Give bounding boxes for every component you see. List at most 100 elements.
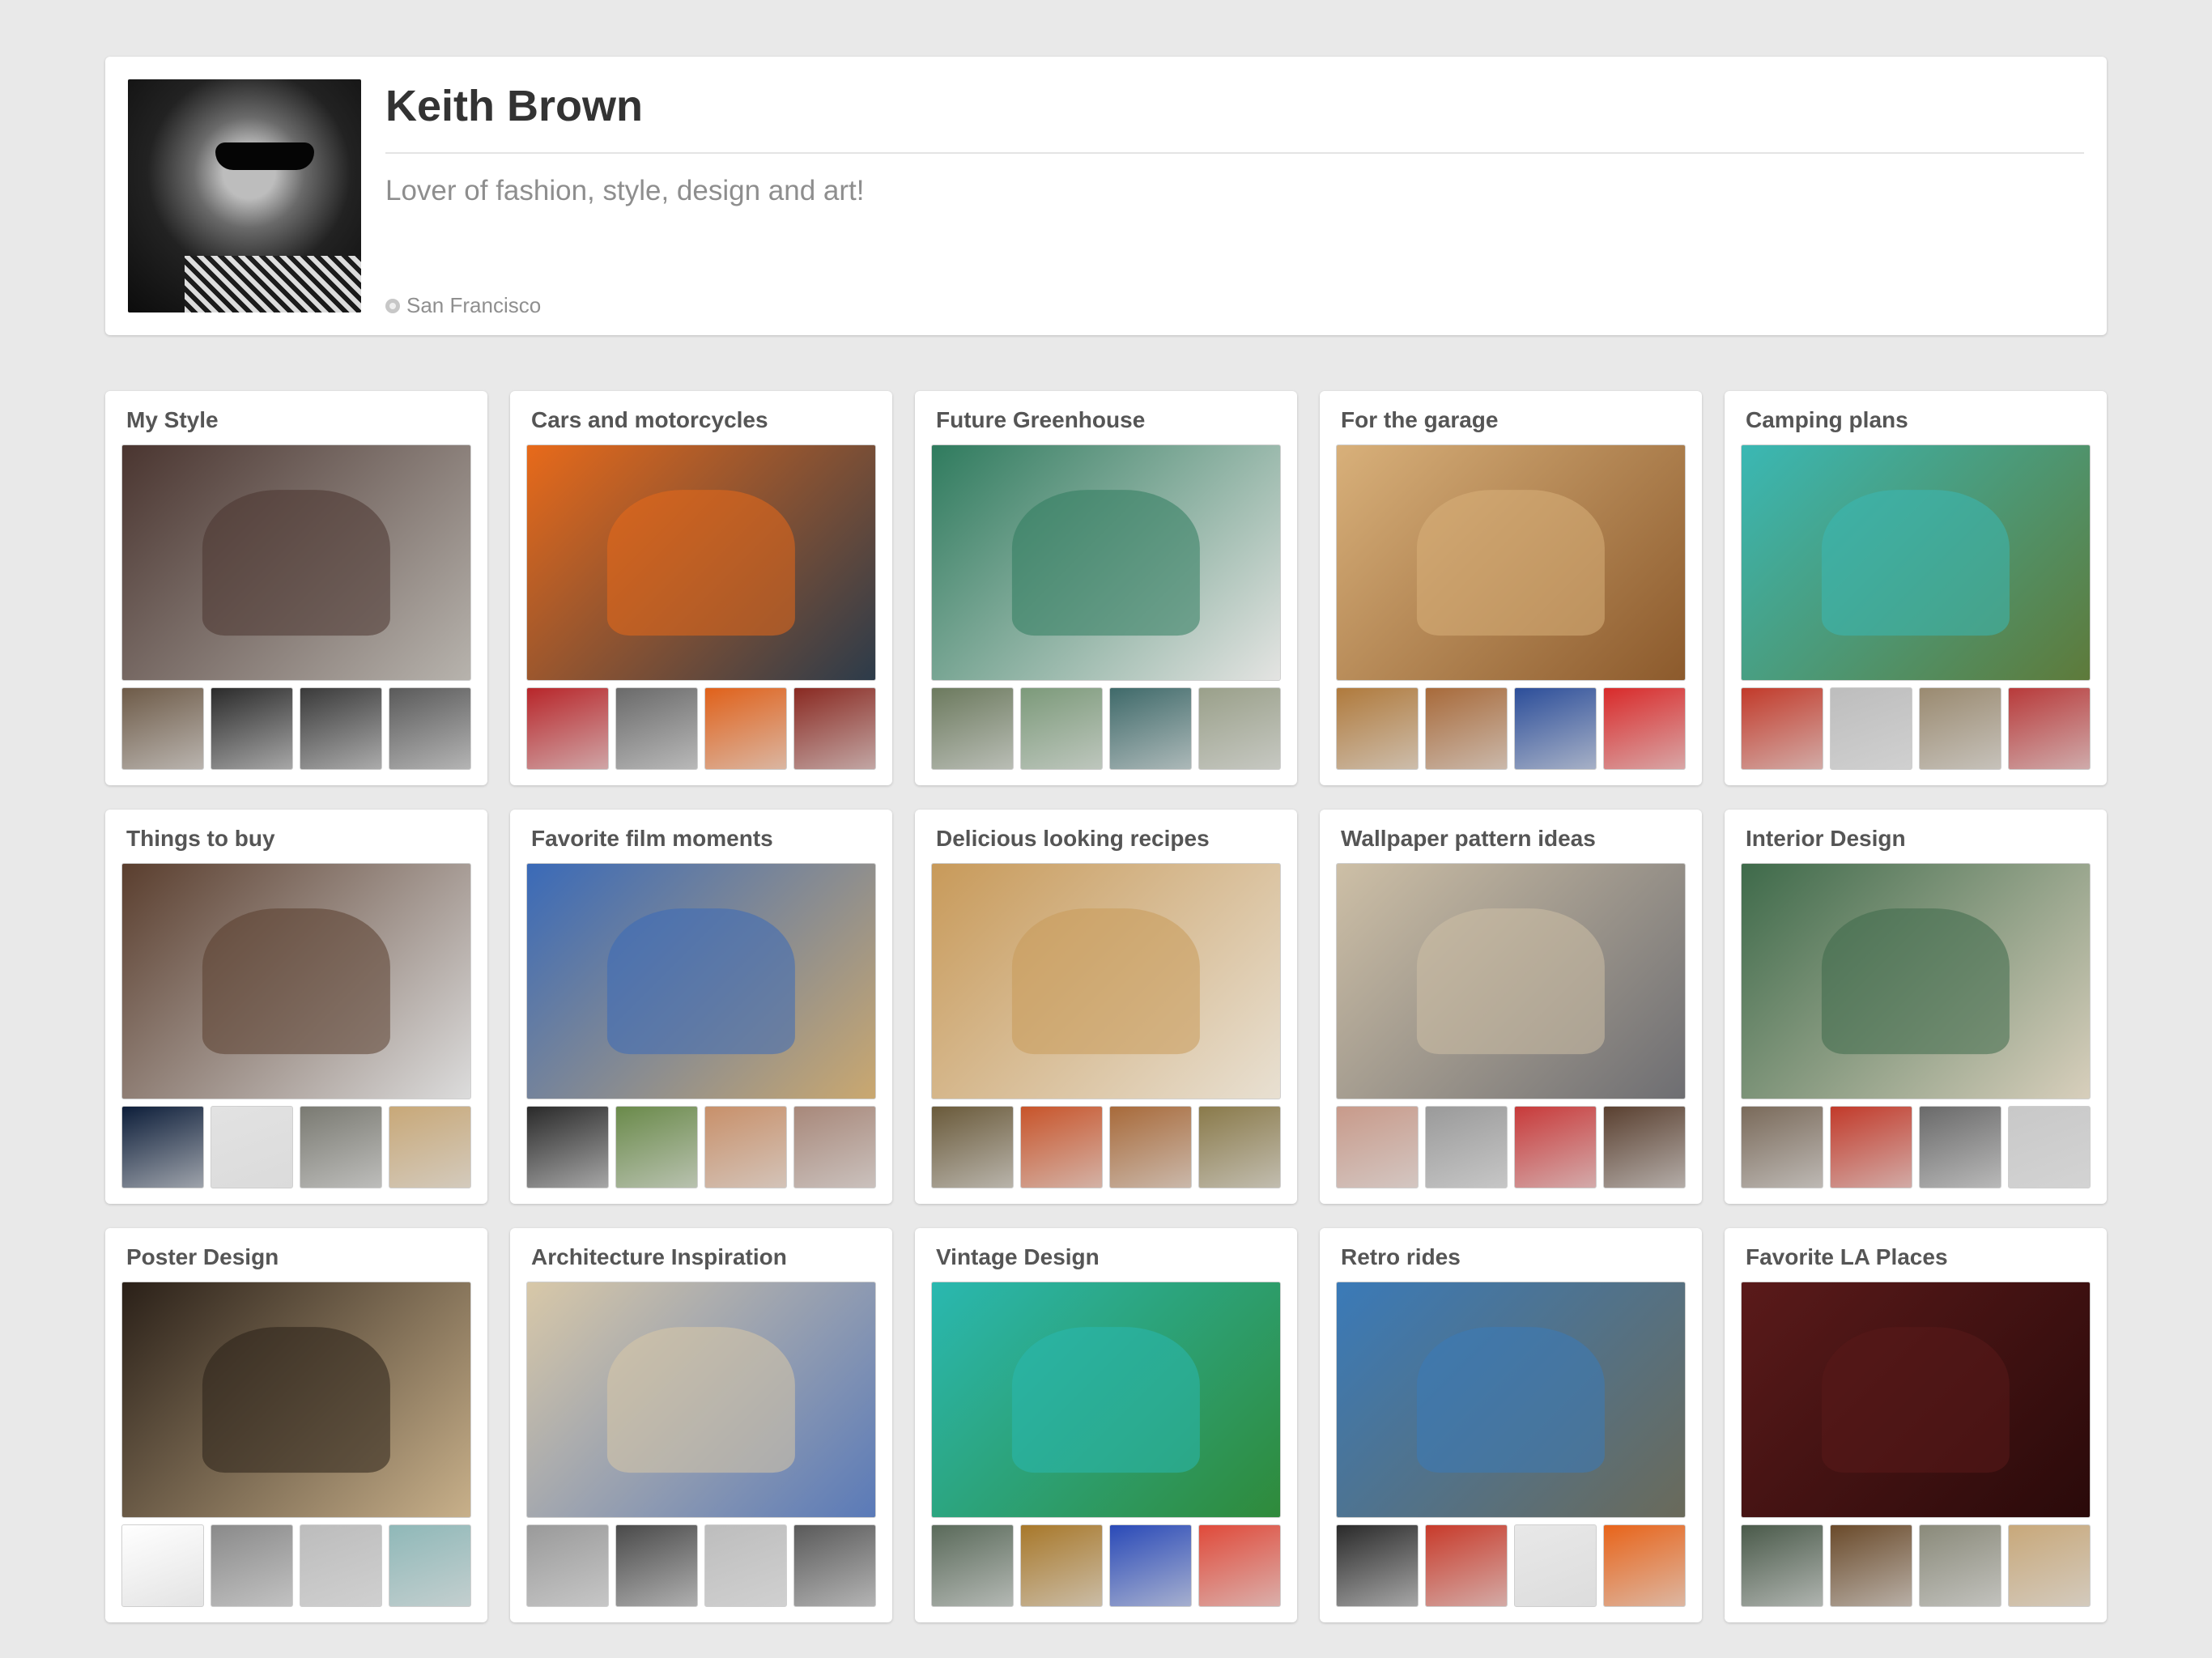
board-cover-image[interactable] bbox=[1741, 1282, 2091, 1518]
avatar[interactable] bbox=[128, 79, 361, 312]
board-title[interactable]: My Style bbox=[126, 407, 219, 433]
board-title[interactable]: For the garage bbox=[1341, 407, 1498, 433]
board-thumbnail[interactable] bbox=[526, 1524, 609, 1607]
board-thumbnail[interactable] bbox=[704, 687, 787, 770]
board-cover-image[interactable] bbox=[526, 1282, 876, 1518]
board-card[interactable]: Retro rides bbox=[1320, 1228, 1702, 1622]
board-thumbnail[interactable] bbox=[931, 1524, 1014, 1607]
board-title[interactable]: Camping plans bbox=[1746, 407, 1908, 433]
board-card[interactable]: For the garage bbox=[1320, 391, 1702, 785]
board-thumbnail[interactable] bbox=[389, 687, 471, 770]
board-thumbnail[interactable] bbox=[1198, 1524, 1281, 1607]
board-thumbnail[interactable] bbox=[1336, 687, 1419, 770]
board-thumbnail[interactable] bbox=[2008, 1524, 2091, 1607]
board-thumbnail[interactable] bbox=[1919, 1106, 2001, 1188]
board-thumbnail[interactable] bbox=[389, 1524, 471, 1607]
board-thumbnail[interactable] bbox=[1336, 1106, 1419, 1188]
board-thumbnail[interactable] bbox=[1425, 1106, 1508, 1188]
board-thumbnail[interactable] bbox=[2008, 687, 2091, 770]
board-thumbnail[interactable] bbox=[211, 1106, 293, 1188]
board-thumbnail[interactable] bbox=[1514, 687, 1597, 770]
board-card[interactable]: Future Greenhouse bbox=[915, 391, 1297, 785]
board-thumbnail[interactable] bbox=[211, 687, 293, 770]
board-thumbnail[interactable] bbox=[615, 1524, 698, 1607]
board-card[interactable]: Wallpaper pattern ideas bbox=[1320, 810, 1702, 1204]
board-cover-image[interactable] bbox=[931, 1282, 1281, 1518]
board-cover-image[interactable] bbox=[931, 863, 1281, 1099]
board-thumbnail[interactable] bbox=[793, 687, 876, 770]
board-title[interactable]: Future Greenhouse bbox=[936, 407, 1145, 433]
board-title[interactable]: Favorite film moments bbox=[531, 826, 773, 852]
board-title[interactable]: Retro rides bbox=[1341, 1244, 1461, 1270]
board-title[interactable]: Favorite LA Places bbox=[1746, 1244, 1948, 1270]
board-card[interactable]: Favorite film moments bbox=[510, 810, 892, 1204]
board-thumbnail[interactable] bbox=[300, 1106, 382, 1188]
board-thumbnail[interactable] bbox=[389, 1106, 471, 1188]
board-cover-image[interactable] bbox=[121, 1282, 471, 1518]
board-thumbnail[interactable] bbox=[1919, 1524, 2001, 1607]
board-cover-image[interactable] bbox=[931, 444, 1281, 681]
board-thumbnail[interactable] bbox=[1020, 687, 1103, 770]
board-card[interactable]: Architecture Inspiration bbox=[510, 1228, 892, 1622]
board-thumbnail[interactable] bbox=[1603, 687, 1686, 770]
board-thumbnail[interactable] bbox=[1603, 1106, 1686, 1188]
board-card[interactable]: Camping plans bbox=[1725, 391, 2107, 785]
board-card[interactable]: Things to buy bbox=[105, 810, 487, 1204]
board-thumbnail[interactable] bbox=[931, 1106, 1014, 1188]
board-thumbnail[interactable] bbox=[1198, 687, 1281, 770]
board-thumbnail[interactable] bbox=[1603, 1524, 1686, 1607]
board-thumbnail[interactable] bbox=[1741, 1524, 1823, 1607]
board-thumbnail[interactable] bbox=[526, 1106, 609, 1188]
board-title[interactable]: Architecture Inspiration bbox=[531, 1244, 787, 1270]
board-cover-image[interactable] bbox=[121, 444, 471, 681]
board-thumbnail[interactable] bbox=[1830, 1524, 1912, 1607]
board-cover-image[interactable] bbox=[1741, 444, 2091, 681]
board-card[interactable]: Favorite LA Places bbox=[1725, 1228, 2107, 1622]
board-cover-image[interactable] bbox=[526, 444, 876, 681]
board-card[interactable]: Delicious looking recipes bbox=[915, 810, 1297, 1204]
board-thumbnail[interactable] bbox=[1109, 687, 1192, 770]
board-thumbnail[interactable] bbox=[1425, 687, 1508, 770]
board-title[interactable]: Wallpaper pattern ideas bbox=[1341, 826, 1596, 852]
board-card[interactable]: My Style bbox=[105, 391, 487, 785]
board-thumbnail[interactable] bbox=[121, 687, 204, 770]
board-card[interactable]: Poster Design bbox=[105, 1228, 487, 1622]
board-cover-image[interactable] bbox=[526, 863, 876, 1099]
board-thumbnail[interactable] bbox=[121, 1524, 204, 1607]
board-thumbnail[interactable] bbox=[615, 1106, 698, 1188]
board-thumbnail[interactable] bbox=[1741, 1106, 1823, 1188]
board-thumbnail[interactable] bbox=[704, 1524, 787, 1607]
board-thumbnail[interactable] bbox=[615, 687, 698, 770]
board-thumbnail[interactable] bbox=[211, 1524, 293, 1607]
board-thumbnail[interactable] bbox=[1109, 1524, 1192, 1607]
board-thumbnail[interactable] bbox=[300, 687, 382, 770]
profile-location[interactable]: San Francisco bbox=[385, 293, 541, 318]
board-thumbnail[interactable] bbox=[1830, 687, 1912, 770]
board-thumbnail[interactable] bbox=[526, 687, 609, 770]
board-thumbnail[interactable] bbox=[1514, 1524, 1597, 1607]
board-thumbnail[interactable] bbox=[1425, 1524, 1508, 1607]
board-cover-image[interactable] bbox=[1336, 1282, 1686, 1518]
board-thumbnail[interactable] bbox=[2008, 1106, 2091, 1188]
board-thumbnail[interactable] bbox=[1020, 1106, 1103, 1188]
board-thumbnail[interactable] bbox=[1020, 1524, 1103, 1607]
board-thumbnail[interactable] bbox=[1830, 1106, 1912, 1188]
board-cover-image[interactable] bbox=[1336, 863, 1686, 1099]
board-thumbnail[interactable] bbox=[1514, 1106, 1597, 1188]
board-thumbnail[interactable] bbox=[1919, 687, 2001, 770]
board-cover-image[interactable] bbox=[1336, 444, 1686, 681]
board-title[interactable]: Poster Design bbox=[126, 1244, 279, 1270]
board-card[interactable]: Interior Design bbox=[1725, 810, 2107, 1204]
board-thumbnail[interactable] bbox=[1198, 1106, 1281, 1188]
board-thumbnail[interactable] bbox=[300, 1524, 382, 1607]
board-thumbnail[interactable] bbox=[1741, 687, 1823, 770]
board-thumbnail[interactable] bbox=[121, 1106, 204, 1188]
board-title[interactable]: Delicious looking recipes bbox=[936, 826, 1210, 852]
board-thumbnail[interactable] bbox=[704, 1106, 787, 1188]
board-thumbnail[interactable] bbox=[1336, 1524, 1419, 1607]
board-thumbnail[interactable] bbox=[793, 1106, 876, 1188]
board-card[interactable]: Cars and motorcycles bbox=[510, 391, 892, 785]
board-thumbnail[interactable] bbox=[931, 687, 1014, 770]
board-title[interactable]: Interior Design bbox=[1746, 826, 1906, 852]
board-thumbnail[interactable] bbox=[1109, 1106, 1192, 1188]
